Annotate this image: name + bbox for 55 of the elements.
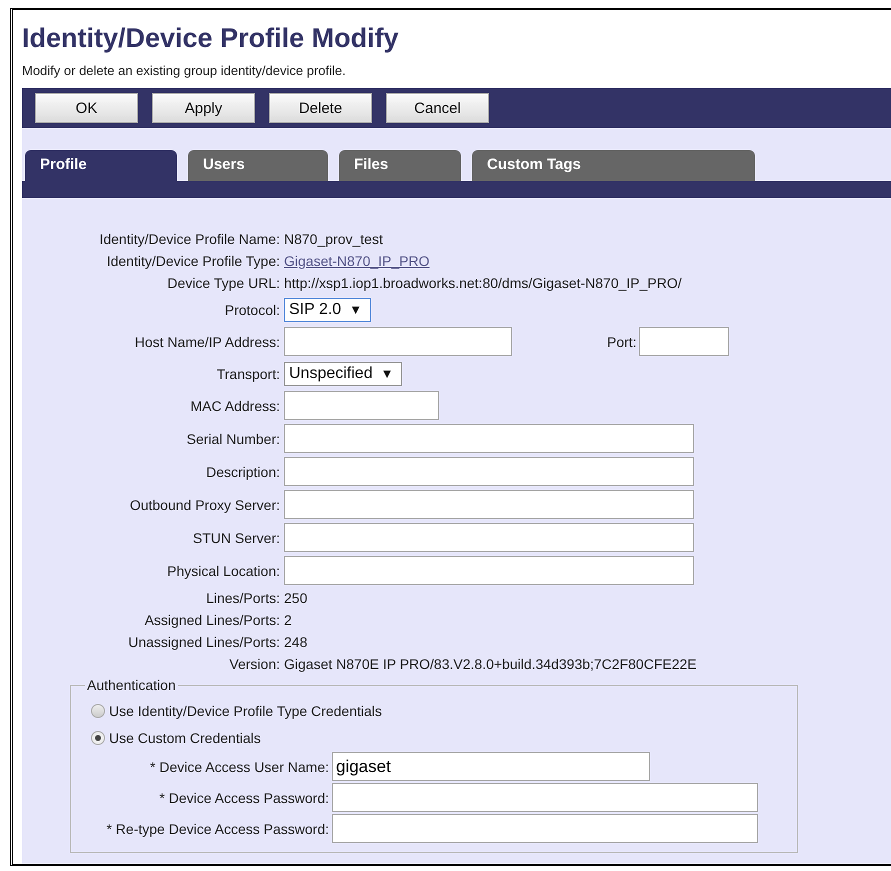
action-button[interactable]: Cancel xyxy=(386,93,489,123)
field-label: Unassigned Lines/Ports: xyxy=(127,634,281,650)
field-label: Version: xyxy=(228,656,281,672)
field-label: Port: xyxy=(607,334,637,350)
field-value: http://xsp1.iop1.broadworks.net:80/dms/Gigaset-N870_IP_PRO/ xyxy=(284,275,682,291)
profile-type-link[interactable]: Gigaset-N870_IP_PRO xyxy=(284,253,430,269)
radio-button[interactable] xyxy=(91,730,105,744)
tab[interactable]: Custom Tags xyxy=(472,150,755,181)
field-value: 2 xyxy=(284,612,292,628)
field-label: Identity/Device Profile Name: xyxy=(98,231,281,247)
input-field[interactable] xyxy=(332,814,758,843)
field-label: STUN Server: xyxy=(192,530,281,546)
field-label: Identity/Device Profile Type: xyxy=(106,253,281,269)
dropdown[interactable]: SIP 2.0 ▼ xyxy=(284,298,372,322)
input-field[interactable] xyxy=(284,523,694,552)
field-value: 250 xyxy=(284,590,308,606)
radio-button[interactable] xyxy=(91,704,105,718)
field-label: Description: xyxy=(205,464,281,480)
input-field[interactable] xyxy=(284,556,694,585)
field-label: Lines/Ports: xyxy=(205,590,281,606)
tab[interactable]: Users xyxy=(188,150,328,181)
group-legend: Authentication xyxy=(85,677,178,693)
input-field[interactable] xyxy=(284,457,694,486)
field-label: Host Name/IP Address: xyxy=(134,334,281,350)
action-button[interactable]: OK xyxy=(35,93,138,123)
input-field[interactable]: gigaset xyxy=(332,752,650,781)
input-field[interactable] xyxy=(284,490,694,519)
field-label: * Re-type Device Access Password: xyxy=(105,820,330,836)
field-value: N870_prov_test xyxy=(284,231,383,247)
field-label: * Device Access Password: xyxy=(158,790,330,806)
field-label: Assigned Lines/Ports: xyxy=(144,612,281,628)
field-label: * Device Access User Name: xyxy=(149,758,330,774)
field-value: 248 xyxy=(284,634,308,650)
field-label: Protocol: xyxy=(224,302,281,318)
field-label: Serial Number: xyxy=(186,430,281,446)
input-field[interactable] xyxy=(284,327,512,356)
dropdown[interactable]: Unspecified ▼ xyxy=(284,362,402,386)
field-label: Physical Location: xyxy=(166,562,281,578)
action-button[interactable]: Apply xyxy=(152,93,255,123)
input-field[interactable] xyxy=(332,783,758,812)
field-label: MAC Address: xyxy=(190,398,281,414)
radio-label: Use Custom Credentials xyxy=(109,730,261,746)
input-field[interactable] xyxy=(638,327,729,356)
field-label: Transport: xyxy=(216,366,281,382)
field-value: Gigaset N870E IP PRO/83.V2.8.0+build.34d393b;7C2F80CFE22E xyxy=(284,656,697,672)
radio-label: Use Identity/Device Profile Type Credentials xyxy=(109,702,382,718)
page-title: Identity/Device Profile Modify xyxy=(22,22,400,55)
page-description: Modify or delete an existing group identity/device profile. xyxy=(22,62,347,80)
tab[interactable]: Files xyxy=(339,150,461,181)
input-field[interactable] xyxy=(284,424,694,453)
tab[interactable]: Profile xyxy=(25,150,177,181)
input-field[interactable] xyxy=(284,391,439,420)
field-label: Outbound Proxy Server: xyxy=(128,496,281,512)
action-button[interactable]: Delete xyxy=(269,93,372,123)
field-label: Device Type URL: xyxy=(166,275,281,291)
